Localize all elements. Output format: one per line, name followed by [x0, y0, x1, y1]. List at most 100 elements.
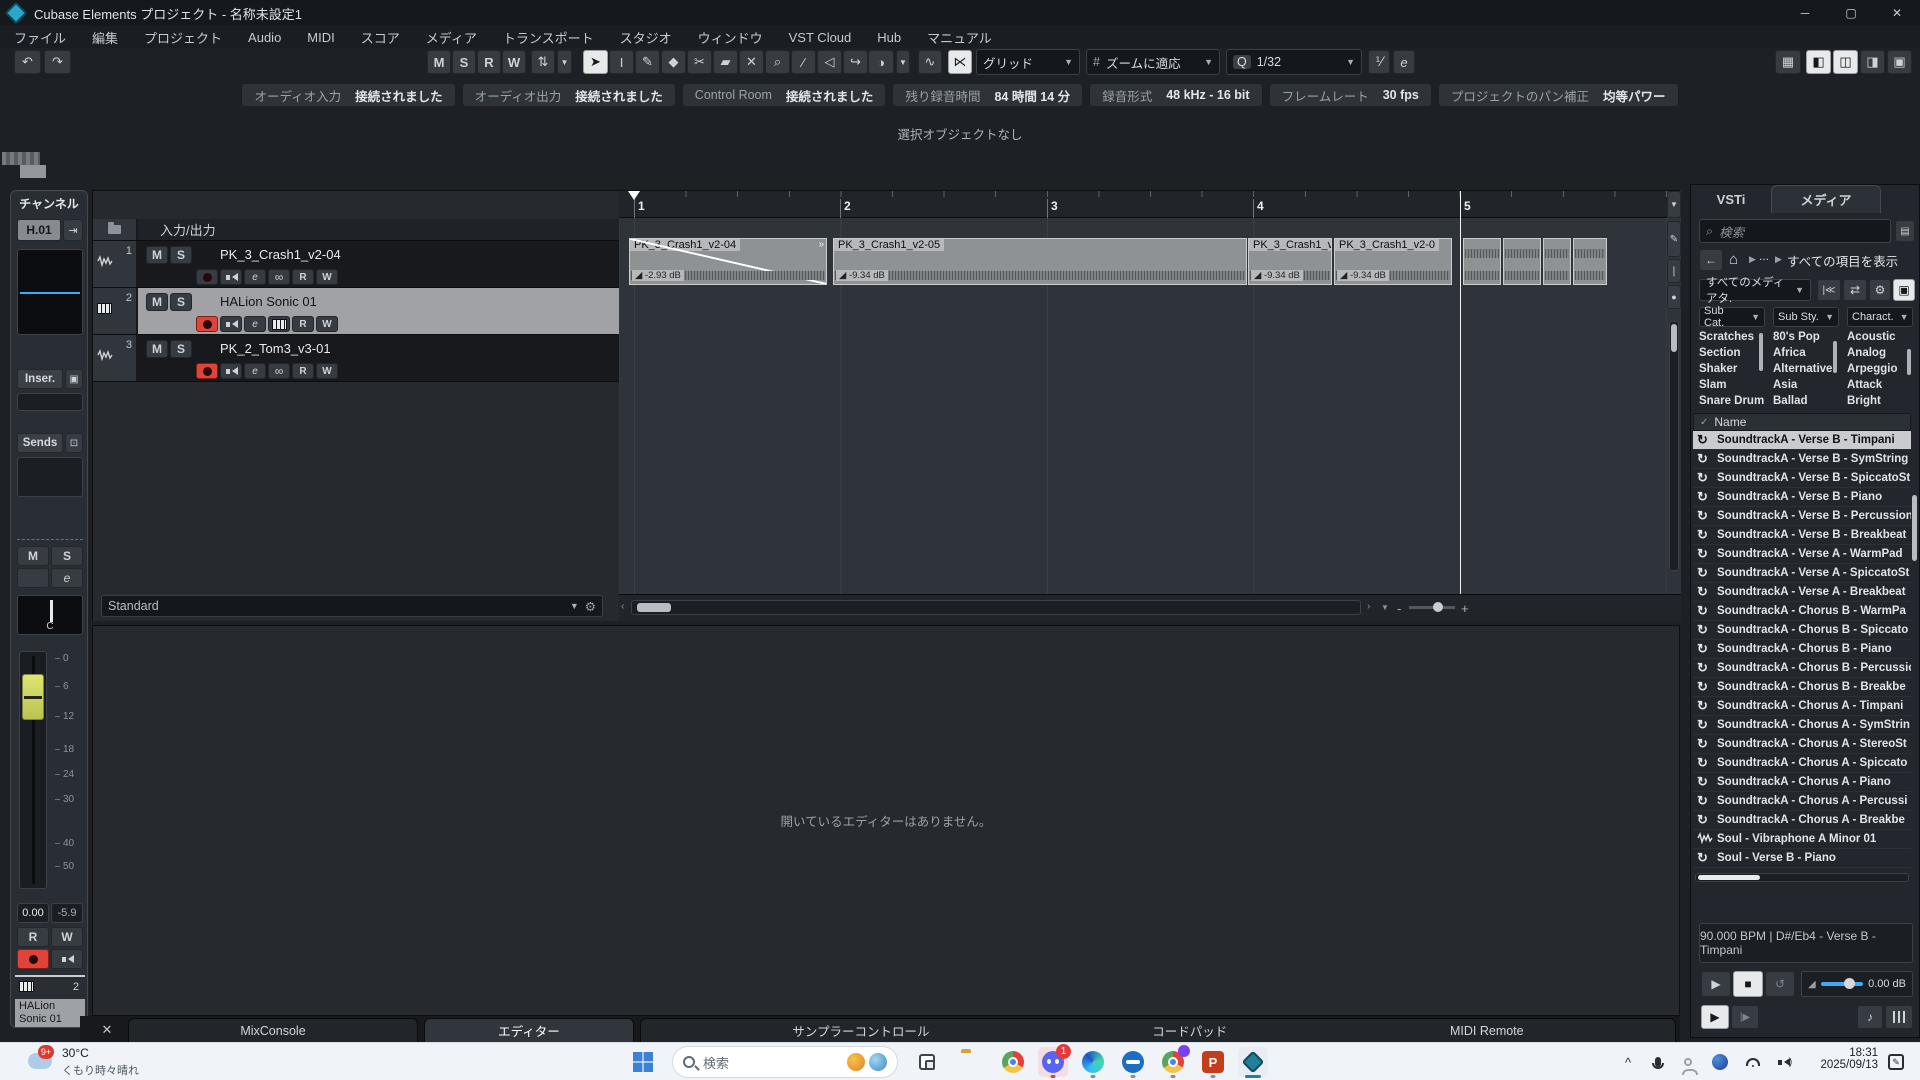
- track-solo-button[interactable]: S: [170, 340, 192, 358]
- preview-play-button[interactable]: ▶: [1701, 971, 1731, 997]
- right-zone-toggle-icon[interactable]: ◨: [1860, 50, 1885, 74]
- filter-item[interactable]: Slam: [1699, 379, 1765, 395]
- blank-button[interactable]: [17, 568, 49, 588]
- filter-scroll-thumb[interactable]: [1833, 341, 1837, 373]
- filter-item[interactable]: Analog: [1847, 347, 1913, 363]
- media-h-scrollbar[interactable]: [1695, 873, 1909, 882]
- quantize-panel-icon[interactable]: e: [1393, 50, 1415, 74]
- snap-button[interactable]: ⋉: [948, 50, 972, 74]
- filter-select-1[interactable]: Sub Sty.▼: [1773, 307, 1839, 327]
- tab-editor[interactable]: エディター: [424, 1018, 634, 1042]
- auto-preview-button[interactable]: ▶: [1701, 1005, 1729, 1029]
- autoscroll-options-icon[interactable]: ▼: [557, 50, 572, 74]
- channel-track-name[interactable]: HALion Sonic 01: [15, 999, 85, 1027]
- menu-11[interactable]: Hub: [877, 30, 901, 45]
- comp-tool[interactable]: ↪: [843, 50, 868, 74]
- media-item[interactable]: ↻SoundtrackA - Chorus A - SymStrin: [1693, 716, 1911, 735]
- start-button[interactable]: [628, 1047, 658, 1077]
- list-scroll-thumb[interactable]: [1912, 495, 1917, 561]
- menu-6[interactable]: メディア: [426, 28, 477, 47]
- channel-monitor-button[interactable]: [51, 949, 83, 969]
- track-solo-button[interactable]: S: [170, 293, 192, 311]
- media-type-select[interactable]: すべてのメディアタ.▼: [1699, 279, 1811, 301]
- audio-clip-small[interactable]: [1573, 238, 1607, 285]
- weather-temp[interactable]: 30°C: [62, 1046, 89, 1060]
- filter-scroll-thumb[interactable]: [1907, 349, 1911, 375]
- tray-expand-icon[interactable]: ^: [1616, 1047, 1640, 1077]
- left-zone-toggle-icon[interactable]: ◧: [1806, 50, 1831, 74]
- audition-tool[interactable]: ◁: [817, 50, 842, 74]
- track-mute-button[interactable]: M: [146, 340, 168, 358]
- media-item[interactable]: ↻SoundtrackA - Chorus A - Timpani: [1693, 697, 1911, 716]
- menu-12[interactable]: マニュアル: [927, 28, 992, 47]
- media-item[interactable]: ↻SoundtrackA - Verse B - Piano: [1693, 488, 1911, 507]
- media-item[interactable]: ↻SoundtrackA - Chorus B - Percussio: [1693, 659, 1911, 678]
- filter-select-0[interactable]: Sub Cat.▼: [1699, 307, 1765, 327]
- pan-handle[interactable]: [50, 600, 53, 622]
- zoom-preset-icon[interactable]: ▼: [1381, 603, 1389, 612]
- media-item[interactable]: ↻Soul - Verse B - Piano: [1693, 849, 1911, 868]
- minimize-button[interactable]: ─: [1782, 0, 1828, 26]
- mixer-filter-icon[interactable]: [1885, 1005, 1913, 1029]
- media-item[interactable]: ↻SoundtrackA - Chorus A - Piano: [1693, 773, 1911, 792]
- breadcrumb-ellipsis[interactable]: ...: [1759, 249, 1769, 263]
- note-preview-icon[interactable]: ♪: [1857, 1005, 1883, 1029]
- audio-clip[interactable]: PK_3_Crash1_v2-0◢ -9.34 dB: [1334, 238, 1452, 285]
- scroll-right-icon[interactable]: ›: [1367, 601, 1370, 612]
- channel-name[interactable]: H.01: [17, 219, 61, 241]
- track-row-1[interactable]: 1MSPK_3_Crash1_v2-04e∞RW: [93, 241, 619, 288]
- filter-item[interactable]: Ballad: [1773, 395, 1839, 407]
- media-item[interactable]: ↻SoundtrackA - Chorus B - Spiccato: [1693, 621, 1911, 640]
- track-record-button[interactable]: [196, 269, 218, 285]
- track-read-button[interactable]: R: [292, 316, 314, 332]
- track-body[interactable]: MSPK_2_Tom3_v3-01e∞RW: [138, 335, 619, 381]
- media-item[interactable]: ↻SoundtrackA - Verse B - SymString: [1693, 450, 1911, 469]
- track-edit-button[interactable]: e: [244, 363, 266, 379]
- filter-item[interactable]: Snare Drum: [1699, 395, 1765, 407]
- menu-0[interactable]: ファイル: [14, 28, 66, 47]
- media-item[interactable]: ↻SoundtrackA - Verse B - SpiccatoSt: [1693, 469, 1911, 488]
- menu-1[interactable]: 編集: [92, 28, 118, 47]
- tray-wifi-icon[interactable]: [1740, 1047, 1766, 1077]
- edge-icon[interactable]: [1078, 1047, 1108, 1077]
- shuffle-results-icon[interactable]: ⇄: [1843, 279, 1867, 301]
- track-read-button[interactable]: R: [292, 363, 314, 379]
- channel-mute-button[interactable]: M: [17, 546, 49, 566]
- result-view-options-icon[interactable]: ▤: [1895, 220, 1915, 242]
- track-preset-select[interactable]: Standard▼⚙: [101, 595, 603, 617]
- media-item[interactable]: ↻SoundtrackA - Verse A - Breakbeat: [1693, 583, 1911, 602]
- arrange-area[interactable]: 12345 PK_3_Crash1_v2-04»◢ -2.93 dBPK_3_C…: [619, 191, 1681, 621]
- zoom-in-icon[interactable]: +: [1461, 601, 1469, 616]
- lower-zone-toggle-icon[interactable]: ◫: [1833, 50, 1858, 74]
- media-item[interactable]: ↻SoundtrackA - Chorus A - Percussi: [1693, 792, 1911, 811]
- scroll-left-icon[interactable]: ‹: [621, 601, 624, 612]
- media-item[interactable]: ↻SoundtrackA - Chorus B - Piano: [1693, 640, 1911, 659]
- menu-10[interactable]: VST Cloud: [789, 30, 852, 45]
- filter-scroll-thumb[interactable]: [1759, 333, 1763, 371]
- media-item[interactable]: ↻SoundtrackA - Verse B - Timpani: [1693, 431, 1911, 450]
- volume-value[interactable]: 0.00: [17, 903, 49, 923]
- tab-sampler-control[interactable]: サンプラーコントロール: [792, 1021, 929, 1040]
- settings-gear-icon[interactable]: ⚙: [1869, 279, 1891, 301]
- track-special-button[interactable]: ∞: [268, 269, 290, 285]
- media-item[interactable]: ↻SoundtrackA - Chorus B - Breakbe: [1693, 678, 1911, 697]
- channel-display[interactable]: [17, 249, 83, 335]
- io-row[interactable]: 入力/出力: [93, 219, 619, 241]
- tab-mixconsole[interactable]: MixConsole: [128, 1018, 418, 1042]
- zoom-slider[interactable]: [1409, 606, 1455, 609]
- powerpoint-icon[interactable]: P: [1198, 1047, 1228, 1077]
- file-explorer-icon[interactable]: [958, 1047, 988, 1077]
- tray-pen-icon[interactable]: ✎: [1884, 1047, 1908, 1077]
- media-search-input[interactable]: ⌕ 検索: [1699, 219, 1891, 243]
- color-options-icon[interactable]: ▼: [896, 50, 910, 74]
- track-monitor-button[interactable]: [220, 316, 242, 332]
- track-row-3[interactable]: 3MSPK_2_Tom3_v3-01e∞RW: [93, 335, 619, 382]
- fader-track[interactable]: [19, 651, 47, 889]
- filter-item[interactable]: Arpeggio: [1847, 363, 1913, 379]
- timeline-ruler[interactable]: 12345: [619, 191, 1667, 218]
- line-handle-icon[interactable]: ❘: [1667, 259, 1681, 283]
- track-special-button[interactable]: ∞: [268, 363, 290, 379]
- taskbar-search[interactable]: 検索: [672, 1046, 898, 1078]
- draw-part-icon[interactable]: ✎: [1667, 221, 1681, 257]
- insert-slot[interactable]: [17, 393, 83, 411]
